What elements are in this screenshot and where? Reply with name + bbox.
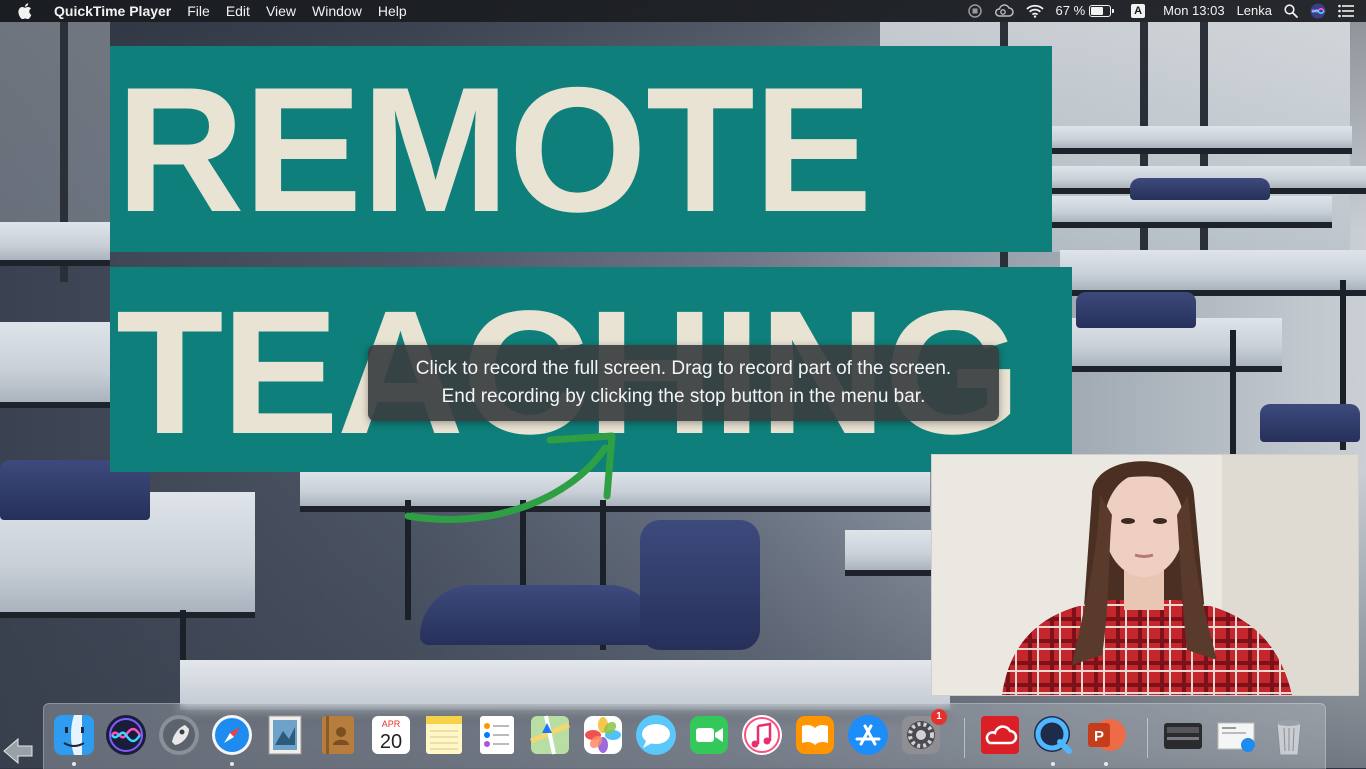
apple-icon — [18, 3, 32, 19]
dock-launchpad[interactable] — [157, 713, 201, 757]
dock-reminders[interactable] — [475, 713, 519, 757]
address-book-icon — [316, 713, 360, 757]
dock-app-store[interactable] — [846, 713, 890, 757]
dock-contacts[interactable] — [316, 713, 360, 757]
notification-center-icon — [1338, 4, 1354, 18]
user-menu[interactable]: Lenka — [1231, 0, 1278, 22]
creative-cloud-icon — [994, 4, 1014, 18]
mail-stamp-icon — [263, 713, 307, 757]
dock-itunes[interactable] — [740, 713, 784, 757]
dock-downloads-stack[interactable] — [1214, 713, 1258, 757]
menu-file[interactable]: File — [179, 0, 218, 22]
document-stack-icon — [1214, 713, 1258, 757]
dock-safari[interactable] — [210, 713, 254, 757]
photos-flower-icon — [581, 713, 625, 757]
input-source-menu[interactable]: A — [1125, 4, 1151, 18]
dock-mail[interactable] — [263, 713, 307, 757]
dock-finder[interactable] — [52, 713, 96, 757]
hint-line-2: End recording by clicking the stop butto… — [368, 386, 999, 408]
dock-scanner[interactable] — [1161, 713, 1205, 757]
dock-books[interactable] — [793, 713, 837, 757]
dock-separator — [1147, 718, 1148, 758]
running-indicator — [1104, 762, 1108, 766]
dock-photos[interactable] — [581, 713, 625, 757]
dock-trash[interactable] — [1267, 713, 1311, 757]
stop-recording-icon — [968, 4, 982, 18]
calendar-month: APR — [382, 719, 401, 729]
clock[interactable]: Mon 13:03 — [1157, 0, 1230, 22]
battery-icon — [1089, 5, 1111, 17]
running-indicator — [230, 762, 234, 766]
rocket-icon — [157, 713, 201, 757]
status-area: 67 % A Mon 13:03 Lenka — [962, 0, 1366, 22]
dock-calendar[interactable]: APR 20 — [369, 713, 413, 757]
back-arrow-icon — [2, 736, 42, 766]
menu-bar: QuickTime Player File Edit View Window H… — [0, 0, 1366, 22]
trash-icon — [1267, 713, 1311, 757]
curved-arrow-annotation — [400, 430, 630, 530]
hint-line-1: Click to record the full screen. Drag to… — [368, 358, 999, 380]
wallpaper-title-line1: REMOTE — [116, 50, 871, 250]
notification-badge: 1 — [931, 709, 947, 725]
calendar-icon: APR 20 — [369, 713, 413, 757]
notification-center-button[interactable] — [1332, 4, 1366, 18]
calendar-day: 20 — [380, 731, 402, 753]
dock-facetime[interactable] — [687, 713, 731, 757]
notes-icon — [422, 713, 466, 757]
stop-recording-button[interactable] — [962, 4, 988, 18]
battery-percent: 67 % — [1056, 0, 1086, 22]
spotlight-button[interactable] — [1278, 4, 1304, 18]
siri-icon — [1310, 3, 1326, 19]
wifi-icon — [1026, 4, 1044, 18]
screen-recording-hint: Click to record the full screen. Drag to… — [368, 345, 999, 421]
quicktime-icon — [1031, 713, 1075, 757]
dock-separator — [964, 718, 965, 758]
apple-menu[interactable] — [0, 3, 46, 19]
music-note-icon — [740, 713, 784, 757]
dock-creative-cloud[interactable] — [978, 713, 1022, 757]
powerpoint-icon: P — [1084, 713, 1128, 757]
app-store-icon — [846, 713, 890, 757]
menu-view[interactable]: View — [258, 0, 304, 22]
dock-messages[interactable] — [634, 713, 678, 757]
maps-icon — [528, 713, 572, 757]
creative-cloud-icon — [978, 713, 1022, 757]
dock-siri[interactable] — [104, 713, 148, 757]
menu-help[interactable]: Help — [370, 0, 415, 22]
compass-icon — [210, 713, 254, 757]
siri-button[interactable] — [1304, 3, 1332, 19]
open-book-icon — [793, 713, 837, 757]
dock-powerpoint[interactable]: P — [1084, 713, 1128, 757]
running-indicator — [1051, 762, 1055, 766]
video-camera-icon — [687, 713, 731, 757]
dock-maps[interactable] — [528, 713, 572, 757]
reminders-icon — [475, 713, 519, 757]
spotlight-icon — [1284, 4, 1298, 18]
running-indicator — [72, 762, 76, 766]
svg-text:P: P — [1094, 728, 1104, 745]
dock: APR 20 — [43, 703, 1326, 769]
battery-status[interactable]: 67 % — [1050, 0, 1118, 22]
creative-cloud-status[interactable] — [988, 4, 1020, 18]
menu-edit[interactable]: Edit — [218, 0, 258, 22]
finder-icon — [52, 713, 96, 757]
app-menu-quicktime[interactable]: QuickTime Player — [46, 0, 179, 22]
dock-system-preferences[interactable]: 1 — [899, 713, 943, 757]
camera-video-frame — [932, 455, 1358, 695]
input-source-icon: A — [1131, 4, 1145, 18]
wifi-status[interactable] — [1020, 4, 1050, 18]
camera-preview-window[interactable] — [931, 454, 1359, 696]
scanner-icon — [1161, 713, 1205, 757]
wallpaper-banner-remote: REMOTE — [110, 46, 1052, 252]
siri-icon — [104, 713, 148, 757]
dock-quicktime-player[interactable] — [1031, 713, 1075, 757]
dock-notes[interactable] — [422, 713, 466, 757]
messages-bubble-icon — [634, 713, 678, 757]
menu-window[interactable]: Window — [304, 0, 370, 22]
